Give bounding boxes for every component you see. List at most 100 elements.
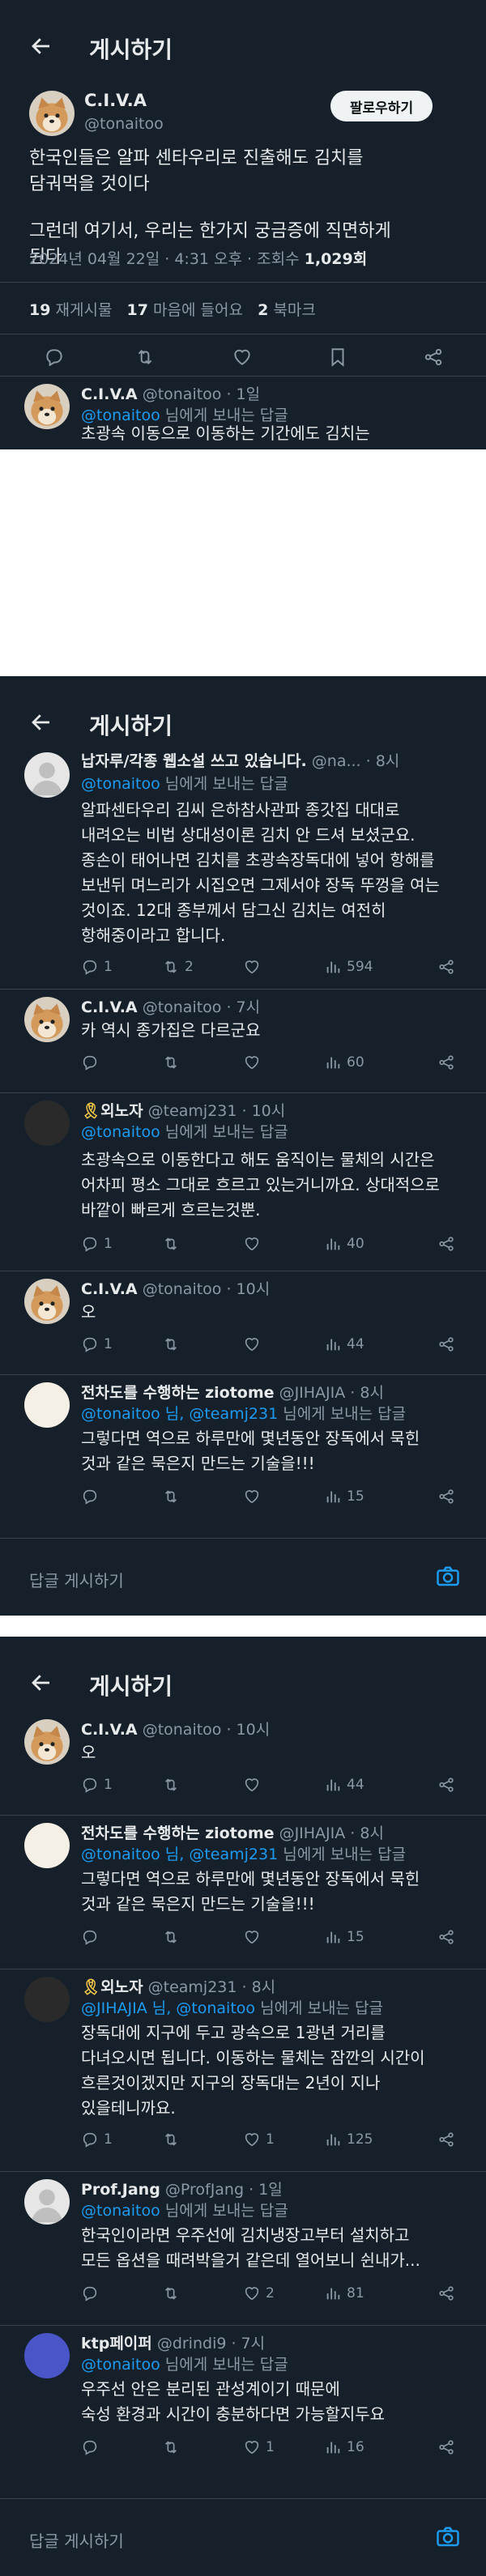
repost-icon[interactable] [134,347,156,368]
reply-icon[interactable] [44,347,65,368]
like-icon[interactable] [243,1054,261,1071]
repost-label[interactable]: 재게시물 [56,301,113,319]
reply-icon[interactable] [81,2438,99,2456]
back-arrow-icon[interactable] [29,34,53,58]
repost-icon[interactable] [162,958,180,976]
views-icon[interactable] [324,1054,342,1071]
like-icon[interactable] [243,958,261,976]
reply-icon[interactable] [81,2284,99,2302]
reply-tweet[interactable]: C.I.V.A @tonaitoo · 10시 오 1 44 [0,1271,486,1374]
bookmark-icon[interactable] [327,347,348,368]
bookmark-label[interactable]: 북마크 [273,301,315,319]
avatar[interactable] [24,2333,70,2378]
reply-tweet[interactable]: 납자루/각종 웹소설 쓰고 있습니다. @na... · 8시 @tonaito… [0,746,486,989]
avatar[interactable] [24,997,70,1042]
avatar[interactable] [24,1823,70,1868]
reply-input[interactable]: 답글 게시하기 [29,2528,124,2552]
avatar[interactable] [24,384,70,429]
share-icon[interactable] [437,2284,455,2302]
repost-icon[interactable] [162,1928,180,1946]
reply-icon[interactable] [81,958,99,976]
reply-to-link[interactable]: @tonaitoo [81,775,160,793]
share-icon[interactable] [437,1488,455,1505]
reply-icon[interactable] [81,1928,99,1946]
camera-icon[interactable] [436,1565,460,1589]
avatar[interactable] [24,2179,70,2225]
reply-to-link[interactable]: @tonaitoo [81,1123,160,1141]
reply-to-link[interactable]: @tonaitoo 님, @teamj231 [81,1405,278,1423]
avatar[interactable] [24,752,70,798]
reply-tweet[interactable]: 전차도를 수행하는 ziotome @JIHAJIA · 8시 @tonaito… [0,1374,486,1536]
avatar[interactable] [24,1101,70,1146]
views-icon[interactable] [324,2131,342,2148]
share-icon[interactable] [423,347,444,368]
reply-composer[interactable]: 답글 게시하기 [0,2498,486,2576]
share-icon[interactable] [437,1235,455,1253]
reply-to-link[interactable]: @tonaitoo [81,2356,160,2374]
like-count[interactable]: 17 [127,301,148,319]
reply-icon[interactable] [81,1335,99,1353]
reply-to-link[interactable]: @tonaitoo [81,2202,160,2220]
like-label[interactable]: 마음에 들어요 [153,301,243,319]
views-icon[interactable] [324,1928,342,1946]
reply-icon[interactable] [81,1776,99,1794]
repost-icon[interactable] [162,1054,180,1071]
reply-input[interactable]: 답글 게시하기 [29,1568,124,1591]
avatar[interactable] [29,91,75,136]
camera-icon[interactable] [436,2525,460,2549]
repost-icon[interactable] [162,1776,180,1794]
views-icon[interactable] [324,2284,342,2302]
like-icon[interactable] [243,2131,261,2148]
repost-icon[interactable] [162,1488,180,1505]
share-icon[interactable] [437,2438,455,2456]
reply-tweet[interactable]: 🎗외노자 @teamj231 · 8시 @JIHAJIA 님, @tonaito… [0,1969,486,2171]
like-icon[interactable] [243,2438,261,2456]
reply-to-link[interactable]: @JIHAJIA 님, @tonaitoo [81,1999,255,2017]
like-icon[interactable] [243,1776,261,1794]
views-icon[interactable] [324,1776,342,1794]
like-icon[interactable] [243,2284,261,2302]
share-icon[interactable] [437,958,455,976]
share-icon[interactable] [437,1054,455,1071]
repost-icon[interactable] [162,1335,180,1353]
reply-icon[interactable] [81,1235,99,1253]
like-icon[interactable] [232,347,253,368]
share-icon[interactable] [437,2131,455,2148]
like-icon[interactable] [243,1335,261,1353]
reply-tweet[interactable]: C.I.V.A @tonaitoo · 10시 오 1 44 [0,1711,486,1815]
reply-tweet[interactable]: C.I.V.A @tonaitoo · 7시 카 역시 종가집은 다르군요 60 [0,989,486,1092]
share-icon[interactable] [437,1928,455,1946]
avatar[interactable] [24,1719,70,1765]
reply-icon[interactable] [81,1488,99,1505]
author-handle[interactable]: @tonaitoo [84,115,164,133]
repost-icon[interactable] [162,2284,180,2302]
views-icon[interactable] [324,2438,342,2456]
reply-tweet[interactable]: 전차도를 수행하는 ziotome @JIHAJIA · 8시 @tonaito… [0,1815,486,1969]
like-icon[interactable] [243,1235,261,1253]
back-arrow-icon[interactable] [29,710,53,734]
share-icon[interactable] [437,1335,455,1353]
avatar[interactable] [24,1279,70,1324]
reply-composer[interactable]: 답글 게시하기 [0,1538,486,1616]
share-icon[interactable] [437,1776,455,1794]
reply-icon[interactable] [81,2131,99,2148]
author-name[interactable]: C.I.V.A [84,91,147,110]
repost-icon[interactable] [162,2438,180,2456]
reply-to-link[interactable]: @tonaitoo 님, @teamj231 [81,1846,278,1863]
reply-tweet[interactable]: 🎗외노자 @teamj231 · 10시 @tonaitoo 님에게 보내는 답… [0,1092,486,1271]
repost-icon[interactable] [162,2131,180,2148]
views-icon[interactable] [324,1235,342,1253]
views-icon[interactable] [324,958,342,976]
reply-icon[interactable] [81,1054,99,1071]
views-icon[interactable] [324,1488,342,1505]
bookmark-count[interactable]: 2 [258,301,268,319]
avatar[interactable] [24,1977,70,2022]
repost-count[interactable]: 19 [29,301,50,319]
like-icon[interactable] [243,1488,261,1505]
back-arrow-icon[interactable] [29,1671,53,1695]
like-icon[interactable] [243,1928,261,1946]
follow-button[interactable]: 팔로우하기 [330,91,433,121]
reply-tweet[interactable]: Prof.Jang @ProfJang · 1일 @tonaitoo 님에게 보… [0,2171,486,2325]
reply-tweet[interactable]: ktp페이퍼 @drindi9 · 7시 @tonaitoo 님에게 보내는 답… [0,2325,486,2479]
reply-tweet[interactable]: C.I.V.A @tonaitoo · 1일 @tonaitoo 님에게 보내는… [0,376,486,449]
